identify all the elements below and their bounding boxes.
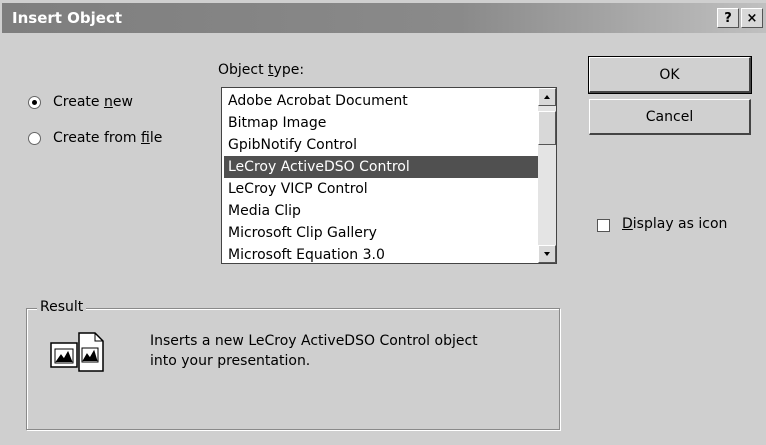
display-as-icon-checkbox[interactable] xyxy=(597,219,610,232)
insert-object-dialog: Insert Object ? × Create new Create from… xyxy=(0,0,766,445)
display-as-icon-label: Display as icon xyxy=(622,216,728,232)
listbox-scrollbar[interactable] xyxy=(538,88,556,263)
object-type-label: Object type: xyxy=(218,62,305,78)
list-item[interactable]: Adobe Acrobat Document xyxy=(224,90,538,112)
scroll-thumb[interactable] xyxy=(538,111,556,145)
insert-object-icon xyxy=(49,331,109,377)
list-item[interactable]: Bitmap Image xyxy=(224,112,538,134)
object-type-listbox[interactable]: Adobe Acrobat Document Bitmap Image Gpib… xyxy=(221,87,557,264)
result-line-1: Inserts a new LeCroy ActiveDSO Control o… xyxy=(150,333,478,349)
help-button[interactable]: ? xyxy=(717,8,739,28)
create-from-file-label: Create from file xyxy=(53,130,163,146)
scroll-up-button[interactable] xyxy=(538,88,556,106)
list-item[interactable]: GpibNotify Control xyxy=(224,134,538,156)
ok-button[interactable]: OK xyxy=(588,56,752,94)
list-item[interactable]: LeCroy VICP Control xyxy=(224,178,538,200)
result-legend: Result xyxy=(37,299,87,315)
dialog-title: Insert Object xyxy=(12,9,123,27)
scroll-down-button[interactable] xyxy=(538,245,556,263)
scroll-up-arrow-icon xyxy=(544,95,550,99)
create-from-file-radio[interactable] xyxy=(28,131,41,145)
radio-selected-dot xyxy=(32,99,37,105)
cancel-button[interactable]: Cancel xyxy=(589,99,751,135)
list-item[interactable]: Media Clip xyxy=(224,200,538,222)
title-bar[interactable]: Insert Object ? × xyxy=(2,3,766,33)
create-new-option[interactable]: Create new xyxy=(28,94,133,110)
create-new-radio[interactable] xyxy=(28,95,41,109)
result-groupbox: Result Inserts a new LeCroy ActiveDSO Co… xyxy=(26,299,560,430)
create-from-file-option[interactable]: Create from file xyxy=(28,130,162,146)
list-item[interactable]: Microsoft Equation 3.0 xyxy=(224,244,538,266)
list-item[interactable]: Microsoft Clip Gallery xyxy=(224,222,538,244)
close-button[interactable]: × xyxy=(741,8,763,28)
result-description: Inserts a new LeCroy ActiveDSO Control o… xyxy=(150,331,478,371)
create-new-label: Create new xyxy=(53,94,133,110)
result-line-2: into your presentation. xyxy=(150,353,311,369)
scroll-down-arrow-icon xyxy=(544,252,550,256)
list-item-selected[interactable]: LeCroy ActiveDSO Control xyxy=(224,156,538,178)
